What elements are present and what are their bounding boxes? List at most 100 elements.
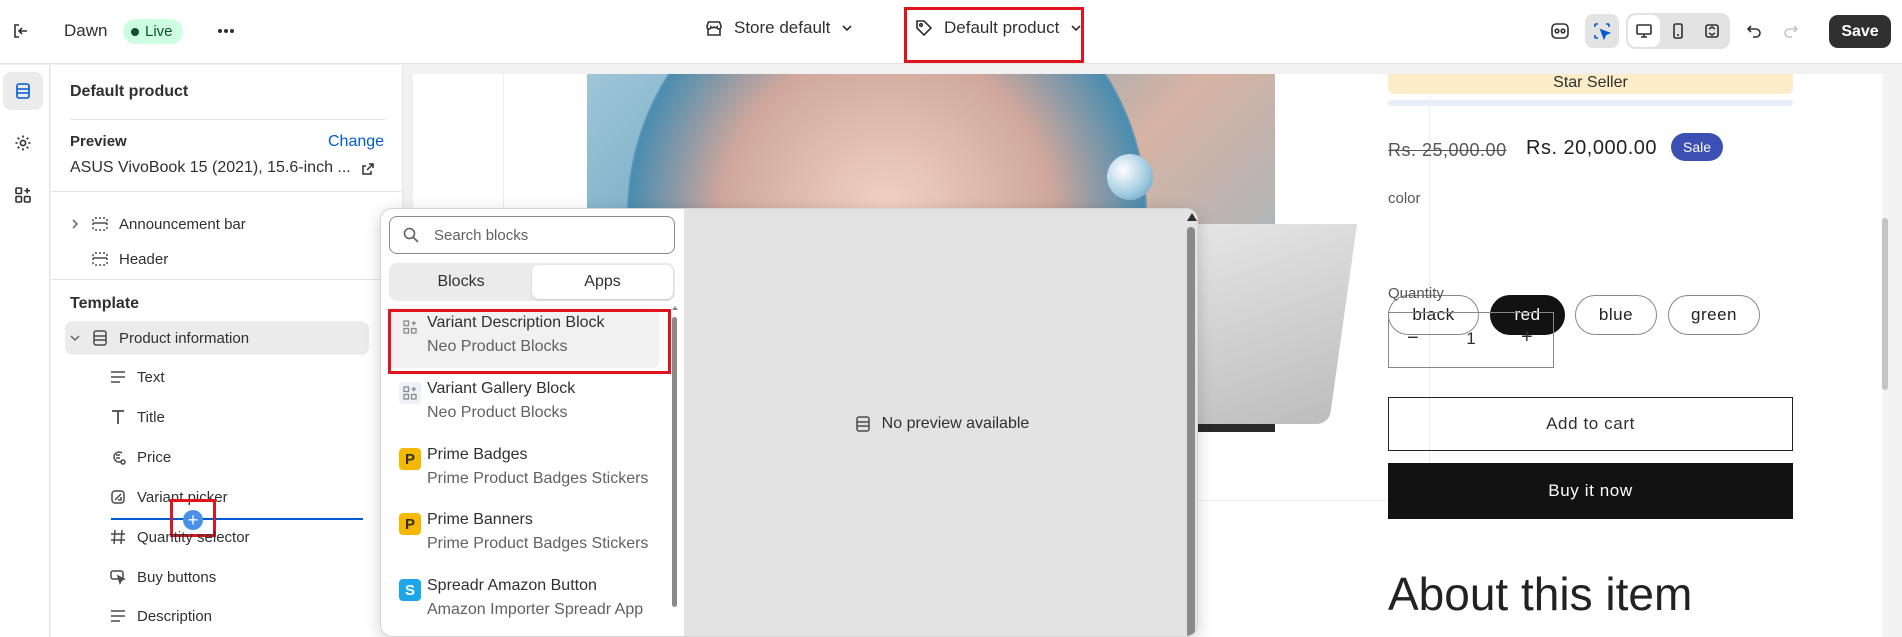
sidebar-item-announcement-bar[interactable]: Announcement bar — [69, 215, 246, 233]
template-heading: Template — [70, 295, 140, 312]
block-option-variant-description[interactable]: Variant Description Block Neo Product Bl… — [389, 308, 659, 368]
divider — [51, 191, 403, 192]
prime-app-icon: P — [399, 513, 421, 535]
block-option-name: Prime Badges — [427, 446, 528, 463]
hash-icon — [109, 528, 127, 546]
app-embeds-icon[interactable] — [1543, 14, 1577, 48]
section-layout-icon — [91, 215, 109, 233]
sidebar-item-label: Announcement bar — [119, 215, 246, 233]
tag-icon — [916, 20, 933, 37]
block-item-variant-picker[interactable]: Variant picker — [109, 488, 228, 506]
block-option-prime-badges[interactable]: P Prime Badges Prime Product Badges Stic… — [389, 440, 659, 500]
settings-gear-icon[interactable] — [3, 124, 43, 162]
block-option-prime-banners[interactable]: P Prime Banners Prime Product Badges Sti… — [389, 505, 659, 565]
block-item-label: Variant picker — [137, 488, 228, 506]
chevron-down-icon — [70, 335, 80, 342]
preview-pane-scrollbar[interactable] — [1187, 227, 1195, 636]
inspector-icon[interactable] — [1585, 14, 1619, 48]
sidebar-item-label: Header — [119, 250, 169, 268]
store-selector[interactable]: Store default — [704, 18, 854, 38]
mobile-icon[interactable] — [1662, 15, 1694, 47]
add-block-plus-icon[interactable]: + — [183, 510, 203, 530]
badge-bar — [1388, 100, 1793, 106]
nav-rail — [0, 65, 50, 637]
block-item-label: Buy buttons — [137, 568, 217, 586]
block-option-name: Spreadr Amazon Button — [427, 577, 597, 594]
sidebar-item-product-information[interactable]: Product information — [69, 329, 249, 347]
section-layout-icon — [91, 250, 109, 268]
save-button[interactable]: Save — [1829, 15, 1891, 48]
change-preview-link[interactable]: Change — [328, 133, 384, 151]
buy-it-now-button[interactable]: Buy it now — [1388, 463, 1793, 519]
section-icon — [91, 329, 109, 347]
grid-icon — [399, 316, 421, 338]
insert-indicator-line — [111, 518, 363, 520]
quantity-stepper: − 1 + — [1388, 312, 1554, 368]
block-item-price[interactable]: Price — [109, 448, 171, 466]
live-label: Live — [145, 23, 173, 40]
sale-badge: Sale — [1671, 133, 1724, 161]
search-icon — [403, 227, 419, 243]
no-preview-message: No preview available — [684, 209, 1197, 636]
external-link-icon[interactable] — [360, 161, 376, 177]
block-item-label: Title — [137, 408, 165, 426]
block-item-label: Text — [137, 368, 165, 386]
block-option-variant-gallery[interactable]: Variant Gallery Block Neo Product Blocks — [389, 374, 659, 434]
sections-icon[interactable] — [3, 72, 43, 110]
no-preview-text: No preview available — [881, 414, 1030, 432]
preview-label: Preview — [70, 133, 127, 150]
block-option-spreadr-amazon[interactable]: S Spreadr Amazon Button Amazon Importer … — [389, 571, 659, 631]
redo-icon[interactable] — [1774, 14, 1808, 48]
block-option-app: Neo Product Blocks — [427, 338, 568, 355]
sale-price: Rs. 20,000.00 — [1526, 137, 1658, 159]
block-option-app: Neo Product Blocks — [427, 404, 568, 421]
star-seller-badge: Star Seller — [1388, 74, 1793, 94]
block-item-text[interactable]: Text — [109, 368, 165, 386]
block-item-label: Description — [137, 607, 213, 625]
sidebar-item-header[interactable]: Header — [91, 250, 168, 268]
undo-icon[interactable] — [1737, 14, 1771, 48]
sidebar-title: Default product — [70, 83, 189, 100]
tab-apps[interactable]: Apps — [532, 265, 673, 299]
more-actions-icon[interactable] — [209, 14, 243, 48]
block-item-label: Price — [137, 448, 172, 466]
block-option-name: Variant Description Block — [427, 314, 605, 331]
template-selector[interactable]: Default product — [914, 18, 1083, 38]
divider — [70, 119, 385, 120]
exit-icon[interactable] — [4, 14, 38, 48]
status-dot-icon — [131, 27, 139, 36]
color-label: color — [1388, 190, 1421, 207]
search-placeholder: Search blocks — [434, 227, 529, 244]
block-option-app: Prime Product Badges Stickers — [427, 535, 649, 552]
quantity-label: Quantity — [1388, 285, 1444, 302]
add-to-cart-button[interactable]: Add to cart — [1388, 397, 1793, 451]
section-icon — [855, 415, 870, 432]
tab-blocks[interactable]: Blocks — [391, 265, 531, 299]
grid-icon — [399, 382, 421, 404]
variant-picker-icon — [109, 488, 127, 506]
color-option-blue[interactable]: blue — [1575, 295, 1657, 335]
theme-name: Dawn — [64, 21, 108, 40]
block-item-buy-buttons[interactable]: Buy buttons — [109, 568, 216, 586]
text-icon — [109, 607, 127, 625]
block-item-title[interactable]: Title — [109, 408, 165, 426]
cursor-click-icon — [109, 568, 127, 586]
chevron-down-icon — [842, 25, 852, 32]
block-item-label: Quantity selector — [137, 528, 250, 546]
divider — [51, 279, 403, 280]
price-icon — [109, 448, 127, 466]
color-option-green[interactable]: green — [1668, 295, 1760, 335]
fullscreen-icon[interactable] — [1696, 15, 1728, 47]
chevron-down-icon — [1071, 25, 1081, 32]
store-selector-label: Store default — [734, 18, 831, 37]
block-item-quantity-selector[interactable]: Quantity selector — [109, 528, 250, 546]
apps-icon[interactable] — [3, 176, 43, 214]
block-item-description[interactable]: Description — [109, 607, 212, 625]
plus-icon[interactable]: + — [1521, 326, 1533, 349]
desktop-icon[interactable] — [1628, 15, 1660, 47]
list-scrollbar-track[interactable] — [672, 305, 678, 635]
preview-scrollbar-thumb[interactable] — [1882, 218, 1888, 390]
preview-product-name: ASUS VivoBook 15 (2021), 15.6-inch ... — [70, 159, 351, 176]
search-blocks-input[interactable]: Search blocks — [389, 216, 675, 254]
block-picker-popover: Search blocks Blocks Apps Variant Descri… — [380, 208, 1198, 637]
